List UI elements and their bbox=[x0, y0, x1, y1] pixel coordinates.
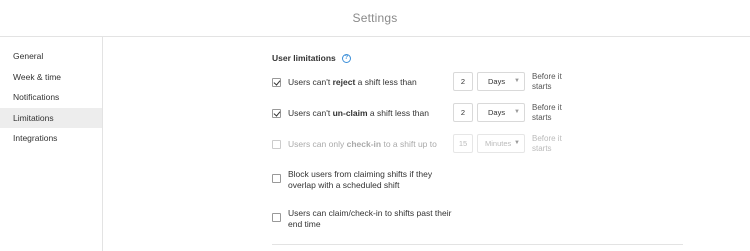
block-overlap-checkbox[interactable] bbox=[272, 174, 281, 183]
help-circle-icon[interactable]: ? bbox=[341, 53, 351, 63]
reject-checkbox[interactable] bbox=[272, 78, 281, 87]
caret-down-icon: ▼ bbox=[514, 78, 520, 84]
sidebar-item-integrations[interactable]: Integrations bbox=[0, 128, 102, 149]
checkin-unit-select[interactable]: Minutes ▼ bbox=[477, 134, 525, 153]
page-header: Settings bbox=[0, 0, 750, 37]
main-content: User limitations ? Users can't reject a … bbox=[103, 37, 750, 251]
limit-row-block-overlap: Block users from claiming shifts if they… bbox=[272, 169, 458, 191]
section-divider bbox=[272, 244, 683, 245]
sidebar-item-week-time[interactable]: Week & time bbox=[0, 67, 102, 88]
unclaim-suffix: Before it starts bbox=[532, 103, 562, 122]
reject-suffix: Before it starts bbox=[532, 72, 562, 91]
section-title-text: User limitations bbox=[272, 53, 336, 63]
sidebar-item-limitations[interactable]: Limitations bbox=[0, 107, 102, 128]
unclaim-amount-input[interactable]: 2 bbox=[453, 103, 473, 122]
limit-row-checkin: Users can only check-in to a shift up to bbox=[272, 139, 437, 150]
reject-label: Users can't reject a shift less than bbox=[288, 77, 417, 87]
limit-row-reject: Users can't reject a shift less than bbox=[272, 77, 417, 88]
checkin-amount-input[interactable]: 15 bbox=[453, 134, 473, 153]
limit-row-past-end: Users can claim/check-in to shifts past … bbox=[272, 208, 458, 230]
checkin-label: Users can only check-in to a shift up to bbox=[288, 139, 437, 149]
settings-sidebar: General Week & time Notifications Limita… bbox=[0, 37, 103, 251]
checkin-suffix: Before it starts bbox=[532, 134, 562, 153]
sidebar-item-notifications[interactable]: Notifications bbox=[0, 87, 102, 108]
past-end-checkbox[interactable] bbox=[272, 213, 281, 222]
past-end-label: Users can claim/check-in to shifts past … bbox=[288, 208, 452, 229]
unclaim-unit-select[interactable]: Days ▼ bbox=[477, 103, 525, 122]
caret-down-icon: ▼ bbox=[514, 140, 520, 146]
page-title: Settings bbox=[352, 11, 398, 25]
caret-down-icon: ▼ bbox=[514, 109, 520, 115]
sidebar-item-general[interactable]: General bbox=[0, 46, 102, 67]
section-title: User limitations ? bbox=[272, 53, 351, 63]
limit-row-unclaim: Users can't un-claim a shift less than bbox=[272, 108, 429, 119]
block-overlap-label: Block users from claiming shifts if they… bbox=[288, 169, 433, 190]
checkin-checkbox[interactable] bbox=[272, 140, 281, 149]
unclaim-label: Users can't un-claim a shift less than bbox=[288, 108, 429, 118]
unclaim-checkbox[interactable] bbox=[272, 109, 281, 118]
reject-amount-input[interactable]: 2 bbox=[453, 72, 473, 91]
reject-unit-select[interactable]: Days ▼ bbox=[477, 72, 525, 91]
